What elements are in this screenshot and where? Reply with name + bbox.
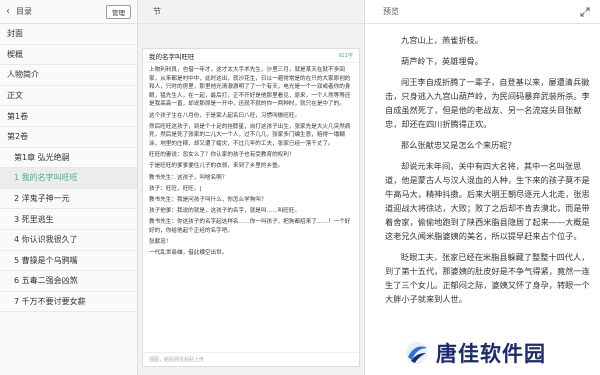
toc-sidebar: ‹ 目录 管理 封面 楔概 人物简介 正文 第1卷 第2卷 第1章 弘光绝嗣 1 我的名字叫旺… (0, 0, 138, 375)
toc-item[interactable]: 封面 (0, 24, 137, 45)
editor-column: 节 我的名字叫旺旺 921字 上物利利良，也借一年才，这才太大手术先生，沙里三月… (138, 0, 365, 375)
chapter-title-row: 我的名字叫旺旺 921字 (143, 49, 359, 63)
watermark-text: 唐佳软件园 (436, 342, 546, 366)
editor-paragraph: 然后旺旺这孩子，到是个十足的挂脖星，自打这孩子出生，张家先是大火几突然病死，然后… (149, 123, 351, 147)
swoosh-logo-icon (406, 342, 428, 364)
toc-item[interactable]: 3 死里逃生 (0, 209, 137, 230)
toc-item[interactable]: 1 我的名字叫旺旺 (0, 168, 137, 189)
toc-item[interactable]: 第1章 弘光绝嗣 (0, 148, 137, 169)
preview-paragraph: 那么张献忠又是怎么个来历呢？ (401, 140, 516, 150)
preview-paragraph: 闯王李自成折腾了一辈子，自登基以来，屡遭清兵徽击，只身逃入九宫山葫芦岭，为民间码… (385, 77, 590, 129)
toc-list: 封面 楔概 人物简介 正文 第1卷 第2卷 第1章 弘光绝嗣 1 我的名字叫旺旺 2 洋鬼子神一… (0, 24, 137, 375)
toc-item[interactable]: 楔概 (0, 45, 137, 66)
chevron-left-icon[interactable]: ‹ (6, 6, 10, 17)
preview-text: 九宫山上，燕雀折枝。 葫芦岭下，英雄埋骨。闯王李自成折腾了一辈子，自登基以来，屡遭… (365, 24, 600, 375)
preview-paragraph: 葫芦岭下，英雄埋骨。 (401, 56, 483, 66)
editor-column-label: 节 (153, 7, 161, 16)
editor-paragraph: 孩子他爹：我说的就是，这孩子的名字，就是叫……叫旺旺。 (149, 208, 301, 215)
editor-footer[interactable]: 插图，粘贴网址粘贴上传 (143, 352, 359, 366)
toc-item[interactable]: 正文 (0, 86, 137, 107)
toc-item[interactable]: 4 你认识我很久了 (0, 230, 137, 251)
editor-column-header: 节 (138, 0, 364, 24)
watermark: 唐佳软件园 (396, 335, 596, 371)
toc-header: ‹ 目录 管理 (0, 0, 137, 24)
toc-item[interactable]: 第1卷 (0, 106, 137, 127)
editor-paragraph: 教书先生：你这孩子的名字起这样名……你一叫孩子，把狗都招来了……！一个好好的，你… (149, 219, 351, 234)
preview-paragraph: 却说元末年间，关中有四大名将，其中一名叫张思道，他是蒙古人与汉人混血的人种，生下… (385, 161, 590, 241)
editor-card[interactable]: 我的名字叫旺旺 921字 上物利利良，也借一年才，这才太大手术先生，沙里三月，就… (142, 48, 360, 367)
toc-item[interactable]: 6 五毒二强会凶煞 (0, 271, 137, 292)
editor-paragraph: 张献忠！ (149, 239, 172, 246)
editor-paragraph: 旺旺的妻说：怨女么了？你认家的孩子也有受教育的权利！ (149, 152, 295, 159)
toc-title: 目录 (16, 7, 32, 16)
editor-paragraph: 教书先生：我是问孩子叫什么，你怎么学狗叫？ (149, 196, 267, 203)
toc-item[interactable]: 5 曹操是个乌鸦嘴 (0, 251, 137, 272)
editor-paragraph: 孩子：旺旺，旺旺。 (149, 185, 353, 194)
app-window: ‹ 目录 管理 封面 楔概 人物简介 正文 第1卷 第2卷 第1章 弘光绝嗣 1 我的名字叫旺… (0, 0, 600, 375)
editor-paragraph: 教书先生：这孩子，叫啥名啊？ (149, 174, 228, 181)
preview-label: 预览 (383, 7, 399, 16)
editor-paragraph: 上物利利良，也借一年才，这才太大手术先生，沙里三月，就是某天在就不多回家，从来都… (149, 67, 351, 108)
expand-arrows-icon[interactable] (580, 7, 590, 17)
preview-column: 预览 九宫山上，燕雀折枝。 葫芦岭下，英雄埋骨。闯王李自成折腾了一辈子，自登基以来… (365, 0, 600, 375)
toc-item[interactable]: 7 千万不要讨要女薪 (0, 292, 137, 313)
editor-text-area[interactable]: 上物利利良，也借一年才，这才太大手术先生，沙里三月，就是某天在就不多回家，从来都… (143, 63, 359, 263)
preview-paragraph: 九宫山上，燕雀折枝。 (401, 35, 483, 45)
editor-paragraph: 这个孩子生在八月份，于是家人起名曰八旺，习惯叫做旺旺。 (149, 112, 301, 119)
toc-item[interactable]: 2 洋鬼子神一元 (0, 189, 137, 210)
word-count: 921字 (338, 53, 353, 59)
toc-item[interactable]: 第2卷 (0, 127, 137, 148)
manage-button[interactable]: 管理 (106, 4, 131, 19)
preview-paragraph: 眨眼工夫，张家已经在米脂县躲藏了整整十四代人，到了第十五代，那婆姨的肚皮好是不争… (385, 252, 590, 304)
editor-paragraph: 一代乱世枭雄，借此横空出世。 (149, 250, 228, 257)
chapter-title-input[interactable]: 我的名字叫旺旺 (149, 51, 338, 61)
toc-item[interactable]: 人物简介 (0, 65, 137, 86)
editor-paragraph: 于是旺旺的爹爹便住儿子的衣领，来到了乡里的乡塾。 (149, 163, 284, 170)
preview-header: 预览 (365, 0, 600, 24)
insert-image-hint: 插图，粘贴网址粘贴上传 (149, 357, 205, 363)
